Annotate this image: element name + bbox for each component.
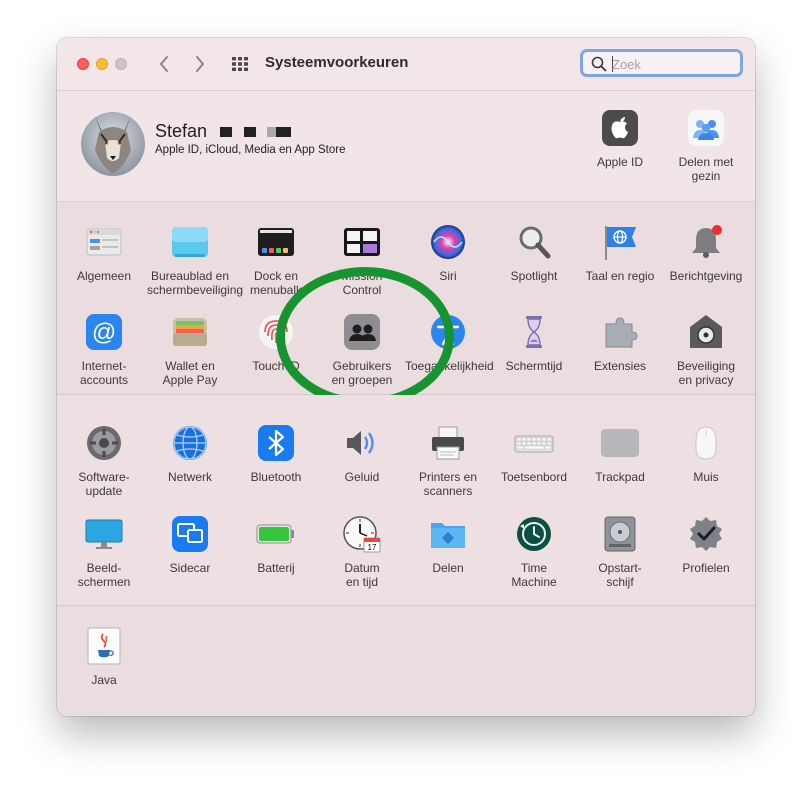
account-subtitle: Apple ID, iCloud, Media en App Store: [155, 144, 346, 156]
pref-software-update[interactable]: Software-update: [61, 423, 147, 498]
general-icon: [86, 228, 122, 256]
touch-id-icon: [259, 315, 293, 349]
calendar-day: 17: [368, 543, 377, 552]
user-name: Stefan: [155, 121, 208, 141]
back-button[interactable]: [151, 51, 177, 77]
sidecar-icon: [172, 516, 208, 552]
startup-disk-icon: [604, 516, 636, 552]
desktop-screensaver-icon: [172, 227, 208, 257]
siri-icon: [431, 225, 465, 259]
pref-language-region[interactable]: Taal en regio: [577, 222, 663, 283]
pref-keyboard[interactable]: Toetsenbord: [491, 423, 577, 484]
pref-java[interactable]: Java: [61, 626, 147, 687]
mission-control-icon: [344, 228, 380, 256]
search-field[interactable]: [580, 49, 743, 77]
apple-logo-icon: [602, 110, 638, 146]
battery-icon: [256, 524, 294, 544]
pref-sharing[interactable]: Delen: [405, 514, 491, 575]
search-input[interactable]: [612, 55, 737, 73]
keyboard-icon: [514, 435, 554, 453]
minimize-button[interactable]: [96, 58, 108, 70]
title-bar: Systeemvoorkeuren: [57, 38, 755, 91]
wallet-icon: [173, 318, 207, 346]
profiles-icon: [690, 517, 722, 551]
pref-notifications[interactable]: Berichtgeving: [663, 222, 749, 283]
pref-mission-control[interactable]: Mission Control: [319, 222, 405, 297]
grid-icon: [232, 57, 248, 71]
java-icon: [87, 627, 121, 665]
language-region-icon: [605, 226, 636, 260]
redacted-block: [267, 127, 276, 137]
security-privacy-icon: [690, 315, 722, 348]
pref-users-groups[interactable]: Gebruikers en groepen: [319, 312, 405, 387]
dock-menubar-icon: [258, 228, 294, 256]
redacted-block: [276, 127, 291, 137]
pref-touch-id[interactable]: Touch ID: [233, 312, 319, 373]
avatar[interactable]: [81, 112, 145, 176]
pref-internet-accounts[interactable]: @ Internet- accounts: [61, 312, 147, 387]
close-button[interactable]: [77, 58, 89, 70]
bluetooth-icon: [258, 425, 294, 461]
preferences-section-3: Java: [57, 606, 755, 716]
pref-bluetooth[interactable]: Bluetooth: [233, 423, 319, 484]
pref-desktop-screensaver[interactable]: Bureaublad en schermbeveiliging: [147, 222, 243, 297]
notifications-icon: [692, 225, 722, 258]
pref-battery[interactable]: Batterij: [233, 514, 319, 575]
svg-text:@: @: [92, 319, 116, 346]
sharing-icon: [431, 523, 465, 548]
pref-printers-scanners[interactable]: Printers en scanners: [405, 423, 491, 498]
accessibility-icon: [431, 315, 465, 349]
pref-general[interactable]: Algemeen: [61, 222, 147, 283]
pref-sidecar[interactable]: Sidecar: [147, 514, 233, 575]
show-all-button[interactable]: [229, 53, 251, 75]
system-preferences-window: Systeemvoorkeuren Zoek Stefan Apple ID, …: [57, 38, 755, 716]
pref-time-machine[interactable]: Time Machine: [491, 514, 577, 589]
redacted-block: [244, 127, 256, 137]
pref-network[interactable]: Netwerk: [147, 423, 233, 484]
pref-profiles[interactable]: Profielen: [663, 514, 749, 575]
pref-screen-time[interactable]: Schermtijd: [491, 312, 577, 373]
pref-siri[interactable]: Siri: [405, 222, 491, 283]
pref-dock-menubar[interactable]: Dock en menubalk: [233, 222, 319, 297]
network-icon: [173, 426, 207, 460]
date-time-icon: 17: [343, 516, 381, 553]
pref-accessibility[interactable]: Toegankelijkheid: [405, 312, 494, 373]
screen-time-icon: [526, 316, 542, 348]
internet-accounts-icon: @: [86, 314, 122, 350]
magnifier-icon: [591, 56, 607, 72]
software-update-icon: [87, 426, 121, 460]
time-machine-icon: [517, 517, 551, 551]
preferences-section-2: Software-update Netwerk Bluetooth Geluid…: [57, 395, 755, 606]
window-title: Systeemvoorkeuren: [265, 54, 409, 71]
pref-security-privacy[interactable]: Beveiliging en privacy: [663, 312, 749, 387]
forward-button[interactable]: [187, 51, 213, 77]
extensions-icon: [605, 317, 638, 348]
pref-displays[interactable]: Beeld- schermen: [61, 514, 147, 589]
pref-sound[interactable]: Geluid: [319, 423, 405, 484]
pref-wallet-applepay[interactable]: Wallet en Apple Pay: [147, 312, 233, 387]
preferences-section-1: Algemeen Bureaublad en schermbeveiliging…: [57, 202, 755, 407]
sound-icon: [347, 431, 374, 455]
zoom-button[interactable]: [115, 58, 127, 70]
users-groups-icon: [344, 314, 380, 350]
pref-family-sharing[interactable]: Delen met gezin: [663, 108, 749, 183]
mouse-icon: [695, 426, 717, 460]
trackpad-icon: [601, 429, 639, 457]
account-section: Stefan Apple ID, iCloud, Media en App St…: [57, 91, 755, 202]
pref-mouse[interactable]: Muis: [663, 423, 749, 484]
printers-scanners-icon: [432, 426, 464, 460]
pref-apple-id[interactable]: Apple ID: [577, 108, 663, 169]
spotlight-icon: [519, 226, 551, 259]
pref-spotlight[interactable]: Spotlight: [491, 222, 577, 283]
displays-icon: [85, 519, 123, 549]
wolf-avatar-icon: [81, 112, 145, 176]
family-sharing-icon: [688, 110, 724, 146]
redacted-block: [220, 127, 232, 137]
pref-trackpad[interactable]: Trackpad: [577, 423, 663, 484]
chevron-left-icon: [160, 56, 168, 72]
pref-extensions[interactable]: Extensies: [577, 312, 663, 373]
chevron-right-icon: [196, 56, 204, 72]
pref-startup-disk[interactable]: Opstart- schijf: [577, 514, 663, 589]
pref-date-time[interactable]: 17 Datum en tijd: [319, 514, 405, 589]
